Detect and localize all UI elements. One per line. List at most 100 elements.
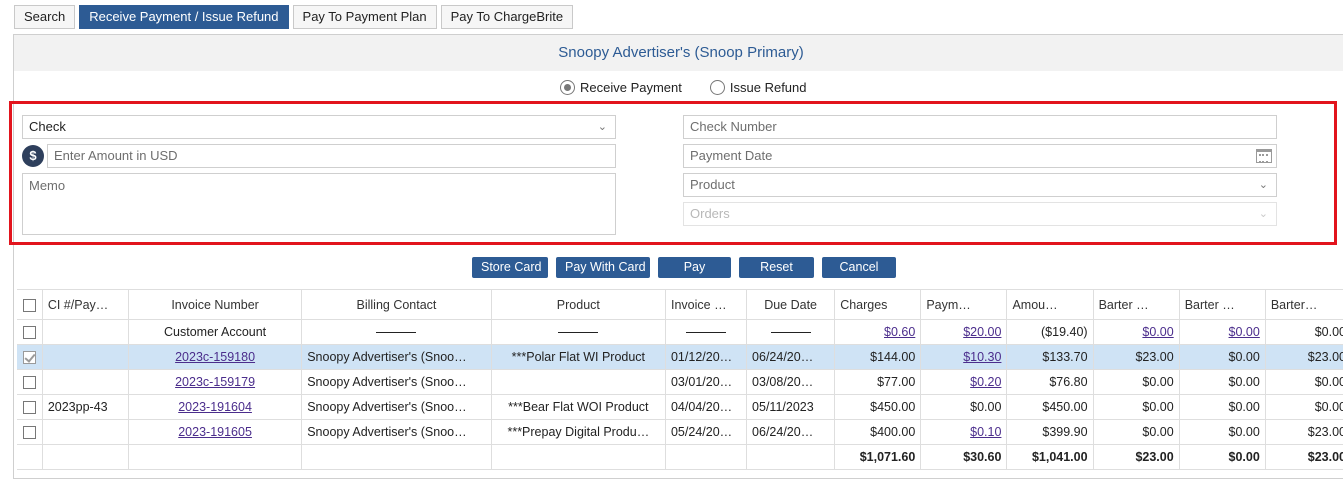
checkbox-icon	[22, 298, 36, 312]
invoice-cell: 2023c-159180	[128, 344, 303, 370]
row-checkbox[interactable]	[17, 319, 43, 345]
row-checkbox[interactable]	[17, 344, 43, 370]
billing-contact-cell: Snoopy Advertiser's (Snoo…	[301, 394, 492, 420]
chevron-down-icon: ⌄	[1258, 208, 1268, 220]
calendar-icon[interactable]	[1256, 149, 1272, 163]
row-checkbox[interactable]	[17, 394, 43, 420]
barter-cell: $0.00	[1265, 319, 1343, 345]
barter-cell: $23.00	[1093, 344, 1180, 370]
table-row[interactable]: 2023c-159180 Snoopy Advertiser's (Snoo… **…	[17, 344, 1343, 370]
invoice-number-link[interactable]: 2023-191605	[178, 425, 252, 439]
payment-date-input[interactable]: Payment Date	[683, 144, 1277, 168]
due-date-cell: 05/11/2023	[746, 394, 836, 420]
issue-refund-label: Issue Refund	[729, 80, 807, 95]
page-title: Snoopy Advertiser's (Snoop Primary)	[14, 35, 1343, 71]
barter-cell: $0.00	[1265, 394, 1343, 420]
barter-cell: $23.00	[1265, 419, 1343, 445]
issue-refund-radio[interactable]: Issue Refund	[709, 80, 807, 95]
pay-with-card-button[interactable]: Pay With Card	[556, 257, 650, 278]
total-payments: $30.60	[920, 444, 1008, 470]
total-barter: $0.00	[1179, 444, 1266, 470]
barter-cell: $0.00	[1093, 419, 1180, 445]
ci-cell	[42, 369, 129, 395]
invoice-cell: 2023-191605	[128, 419, 303, 445]
barter-cell: $23.00	[1265, 344, 1343, 370]
invoice-number-link[interactable]: 2023c-159179	[175, 375, 255, 389]
barter-cell: $0.00	[1093, 369, 1180, 395]
charges-cell: $450.00	[834, 394, 922, 420]
column-header[interactable]: Barter…	[1265, 289, 1343, 320]
table-header-row: CI #/Pay… Invoice Number Billing Contact…	[17, 289, 1343, 320]
payments-link[interactable]: $0.10	[970, 425, 1001, 439]
radio-unselected-icon	[709, 80, 725, 95]
receive-payment-radio[interactable]: Receive Payment	[560, 80, 682, 95]
column-header[interactable]: Barter …	[1093, 289, 1180, 320]
ci-cell	[42, 419, 129, 445]
column-header[interactable]: Product	[491, 289, 666, 320]
checkbox-icon	[22, 326, 36, 340]
row-checkbox[interactable]	[17, 369, 43, 395]
column-header[interactable]: Invoice …	[665, 289, 748, 320]
billing-contact-cell: Snoopy Advertiser's (Snoo…	[301, 419, 492, 445]
reset-button[interactable]: Reset	[739, 257, 814, 278]
memo-textarea[interactable]: Memo	[22, 173, 616, 235]
invoice-table: CI #/Pay… Invoice Number Billing Contact…	[17, 289, 1343, 470]
tab-pay-to-chargebrite[interactable]: Pay To ChargeBrite	[440, 5, 574, 29]
table-row[interactable]: 2023-191605 Snoopy Advertiser's (Snoo… ***…	[17, 419, 1343, 445]
column-header[interactable]: Charges	[834, 289, 922, 320]
ci-cell: 2023pp-43	[42, 394, 129, 420]
column-header[interactable]: Amou…	[1006, 289, 1094, 320]
invoice-date-cell: 05/24/20…	[665, 419, 748, 445]
barter-cell: $0.00	[1179, 369, 1266, 395]
row-checkbox[interactable]	[17, 419, 43, 445]
checkbox-icon	[22, 351, 36, 365]
customer-account-row: Customer Account $0.60 $20.00 ($19.40) $…	[17, 319, 1343, 345]
amount-input[interactable]: Enter Amount in USD	[47, 144, 616, 168]
radio-selected-icon	[560, 80, 575, 95]
tab-search[interactable]: Search	[14, 5, 76, 29]
product-select[interactable]: Product ⌄	[683, 173, 1277, 197]
table-row[interactable]: 2023pp-43 2023-191604 Snoopy Advertiser's …	[17, 394, 1343, 420]
column-header[interactable]: Due Date	[746, 289, 836, 320]
barter-cell: $0.00	[1093, 394, 1180, 420]
payments-link[interactable]: $10.30	[963, 350, 1001, 364]
table-row[interactable]: 2023c-159179 Snoopy Advertiser's (Snoo… 03…	[17, 369, 1343, 395]
amount-cell: $399.90	[1006, 419, 1094, 445]
payments-cell: $0.20	[920, 369, 1008, 395]
tab-bar: Search Receive Payment / Issue Refund Pa…	[14, 5, 574, 29]
amount-placeholder: Enter Amount in USD	[54, 148, 178, 163]
invoice-number-link[interactable]: 2023c-159180	[175, 350, 255, 364]
payments-link[interactable]: $20.00	[963, 325, 1001, 339]
empty-dash	[686, 332, 727, 334]
barter-link[interactable]: $0.00	[1229, 325, 1260, 339]
chevron-down-icon: ⌄	[597, 121, 607, 133]
barter-cell: $0.00	[1265, 369, 1343, 395]
column-header[interactable]: Invoice Number	[128, 289, 303, 320]
pay-button[interactable]: Pay	[658, 257, 731, 278]
barter-link[interactable]: $0.00	[1142, 325, 1173, 339]
column-header[interactable]: Barter …	[1179, 289, 1266, 320]
payments-cell: $10.30	[920, 344, 1008, 370]
column-header[interactable]: Billing Contact	[301, 289, 492, 320]
payments-link[interactable]: $0.20	[970, 375, 1001, 389]
cancel-button[interactable]: Cancel	[822, 257, 896, 278]
orders-select: Orders ⌄	[683, 202, 1277, 226]
payments-cell: $0.10	[920, 419, 1008, 445]
customer-account-label: Customer Account	[128, 319, 303, 345]
charges-link[interactable]: $0.60	[884, 325, 915, 339]
check-number-input[interactable]: Check Number	[683, 115, 1277, 139]
billing-contact-cell: Snoopy Advertiser's (Snoo…	[301, 369, 492, 395]
column-header[interactable]: Paym…	[920, 289, 1008, 320]
invoice-date-cell: 04/04/20…	[665, 394, 748, 420]
amount-cell: $76.80	[1006, 369, 1094, 395]
invoice-number-link[interactable]: 2023-191604	[178, 400, 252, 414]
column-header[interactable]: CI #/Pay…	[42, 289, 129, 320]
tab-receive-payment-issue-refund[interactable]: Receive Payment / Issue Refund	[79, 5, 289, 29]
select-all-checkbox[interactable]	[17, 289, 43, 320]
payment-type-select[interactable]: Check ⌄	[22, 115, 616, 139]
invoice-rows: 2023c-159180 Snoopy Advertiser's (Snoo… **…	[17, 344, 1343, 445]
tab-pay-to-payment-plan[interactable]: Pay To Payment Plan	[292, 5, 437, 29]
product-cell: ***Prepay Digital Produ…	[491, 419, 666, 445]
store-card-button[interactable]: Store Card	[472, 257, 548, 278]
invoice-date-cell: 01/12/20…	[665, 344, 748, 370]
